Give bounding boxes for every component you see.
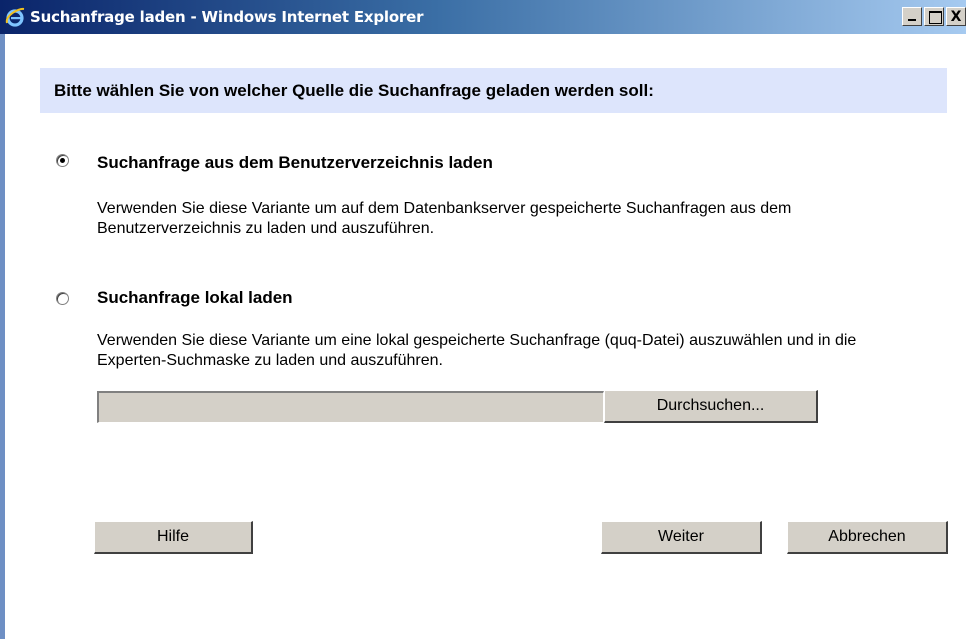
minimize-button[interactable] — [902, 7, 922, 26]
close-icon: X — [950, 8, 962, 25]
instruction-text: Bitte wählen Sie von welcher Quelle die … — [54, 80, 654, 100]
browse-button[interactable]: Durchsuchen... — [604, 390, 818, 423]
maximize-button[interactable] — [924, 7, 944, 26]
file-path-input[interactable] — [97, 391, 604, 423]
close-button[interactable]: X — [946, 7, 966, 26]
cancel-button[interactable]: Abbrechen — [787, 521, 948, 554]
radio-user-directory[interactable] — [56, 154, 69, 167]
window-titlebar: Suchanfrage laden - Windows Internet Exp… — [0, 0, 966, 34]
next-button[interactable]: Weiter — [601, 521, 762, 554]
help-button[interactable]: Hilfe — [94, 521, 253, 554]
option-user-directory-description: Verwenden Sie diese Variante um auf dem … — [97, 200, 792, 237]
instruction-header: Bitte wählen Sie von welcher Quelle die … — [40, 68, 947, 113]
option-local-file-title[interactable]: Suchanfrage lokal laden — [97, 288, 293, 308]
radio-local-file[interactable] — [56, 292, 69, 305]
window-frame-left — [0, 34, 8, 639]
window-title: Suchanfrage laden - Windows Internet Exp… — [30, 8, 424, 26]
option-local-file-description: Verwenden Sie diese Variante um eine lok… — [97, 332, 857, 369]
option-user-directory-title[interactable]: Suchanfrage aus dem Benutzerverzeichnis … — [97, 153, 493, 173]
internet-explorer-icon — [4, 6, 26, 28]
